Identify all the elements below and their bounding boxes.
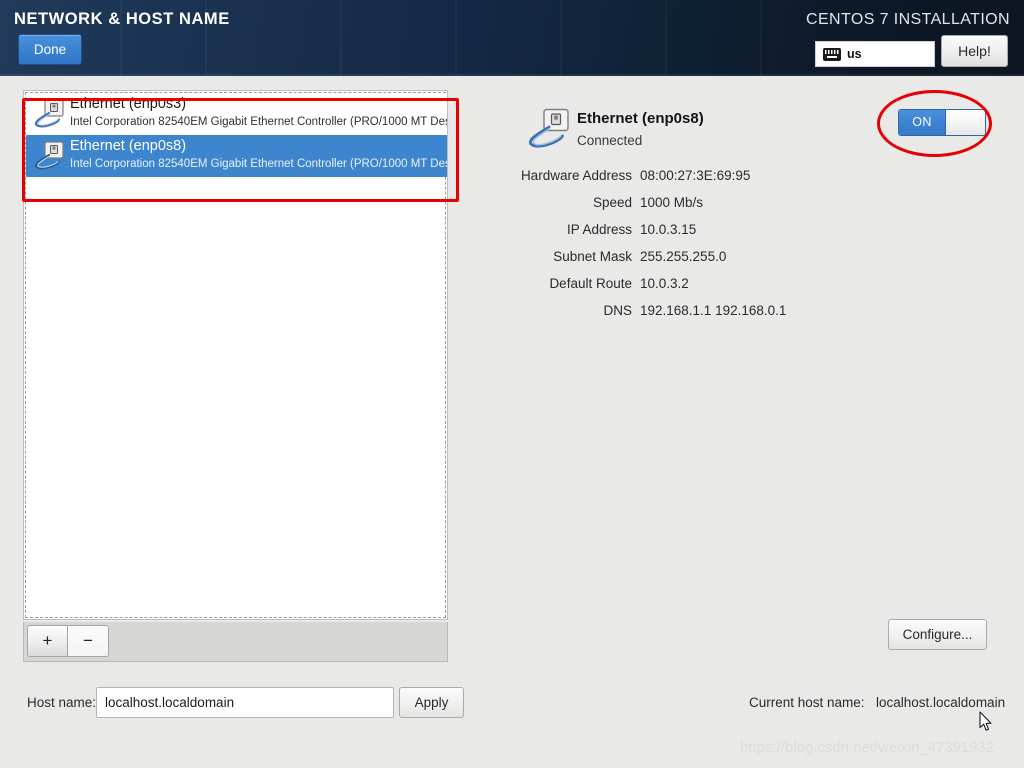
device-name: Ethernet (enp0s3) bbox=[70, 96, 187, 112]
keyboard-layout-indicator[interactable]: us bbox=[815, 41, 935, 67]
detail-label: DNS bbox=[603, 303, 632, 318]
detail-row: IP Address 10.0.3.15 bbox=[460, 222, 1005, 244]
device-list[interactable]: Ethernet (enp0s3) Intel Corporation 8254… bbox=[26, 93, 447, 619]
toggle-knob[interactable] bbox=[945, 110, 985, 135]
device-description: Intel Corporation 82540EM Gigabit Ethern… bbox=[70, 116, 447, 128]
help-button[interactable]: Help! bbox=[941, 35, 1008, 67]
apply-button[interactable]: Apply bbox=[399, 687, 464, 718]
list-item[interactable]: Ethernet (enp0s3) Intel Corporation 8254… bbox=[26, 93, 447, 135]
mouse-cursor bbox=[979, 711, 992, 731]
detail-label: IP Address bbox=[566, 222, 632, 237]
detail-value: 255.255.255.0 bbox=[640, 249, 727, 264]
detail-row: Hardware Address 08:00:27:3E:69:95 bbox=[460, 168, 1005, 190]
device-description: Intel Corporation 82540EM Gigabit Ethern… bbox=[70, 158, 447, 170]
done-button[interactable]: Done bbox=[18, 34, 82, 65]
add-device-button[interactable]: + bbox=[27, 625, 68, 657]
detail-value: 10.0.3.15 bbox=[640, 222, 697, 237]
page-title: NETWORK & HOST NAME bbox=[14, 10, 230, 28]
hostname-input[interactable] bbox=[96, 687, 394, 718]
current-hostname-label: Current host name: bbox=[749, 695, 865, 710]
header-texture bbox=[760, 0, 762, 76]
device-on-off-toggle[interactable]: ON bbox=[898, 109, 986, 136]
detail-row: DNS 192.168.1.1 192.168.0.1 bbox=[460, 303, 1005, 325]
installation-title: CENTOS 7 INSTALLATION bbox=[805, 11, 1010, 28]
wired-network-icon bbox=[34, 141, 64, 170]
detail-status: Connected bbox=[577, 133, 643, 148]
remove-device-button[interactable]: − bbox=[68, 625, 109, 657]
device-list-frame: Ethernet (enp0s3) Intel Corporation 8254… bbox=[23, 90, 448, 620]
toggle-state-label: ON bbox=[899, 110, 945, 135]
watermark: https://blog.csdn.net/weixin_47391932 bbox=[740, 740, 995, 756]
configure-button[interactable]: Configure... bbox=[888, 619, 987, 650]
list-item[interactable]: Ethernet (enp0s8) Intel Corporation 8254… bbox=[26, 135, 447, 177]
installer-screen: NETWORK & HOST NAME Done CENTOS 7 INSTAL… bbox=[0, 0, 1024, 768]
detail-label: Subnet Mask bbox=[553, 249, 632, 264]
detail-label: Hardware Address bbox=[520, 168, 632, 183]
detail-title: Ethernet (enp0s8) bbox=[577, 110, 704, 127]
header-bar: NETWORK & HOST NAME Done CENTOS 7 INSTAL… bbox=[0, 0, 1024, 76]
header-texture bbox=[665, 0, 667, 76]
detail-value: 192.168.1.1 192.168.0.1 bbox=[640, 303, 787, 318]
detail-label: Speed bbox=[592, 195, 632, 210]
detail-row: Default Route 10.0.3.2 bbox=[460, 276, 1005, 298]
wired-network-icon bbox=[529, 108, 569, 148]
device-list-toolbar: + − bbox=[23, 622, 448, 662]
detail-row: Subnet Mask 255.255.255.0 bbox=[460, 249, 1005, 271]
wired-network-icon bbox=[34, 99, 64, 128]
header-texture bbox=[455, 0, 457, 76]
keyboard-layout-label: us bbox=[847, 47, 862, 61]
detail-row: Speed 1000 Mb/s bbox=[460, 195, 1005, 217]
current-hostname-value: localhost.localdomain bbox=[876, 695, 1006, 710]
device-detail-panel: Ethernet (enp0s8) Connected Hardware Add… bbox=[460, 100, 1005, 340]
detail-label: Default Route bbox=[549, 276, 632, 291]
detail-value: 1000 Mb/s bbox=[640, 195, 704, 210]
detail-value: 08:00:27:3E:69:95 bbox=[640, 168, 751, 183]
device-name: Ethernet (enp0s8) bbox=[70, 138, 187, 154]
header-texture bbox=[560, 0, 562, 76]
header-texture bbox=[340, 0, 342, 76]
hostname-label: Host name: bbox=[27, 695, 97, 710]
keyboard-icon bbox=[823, 47, 841, 61]
detail-value: 10.0.3.2 bbox=[640, 276, 689, 291]
